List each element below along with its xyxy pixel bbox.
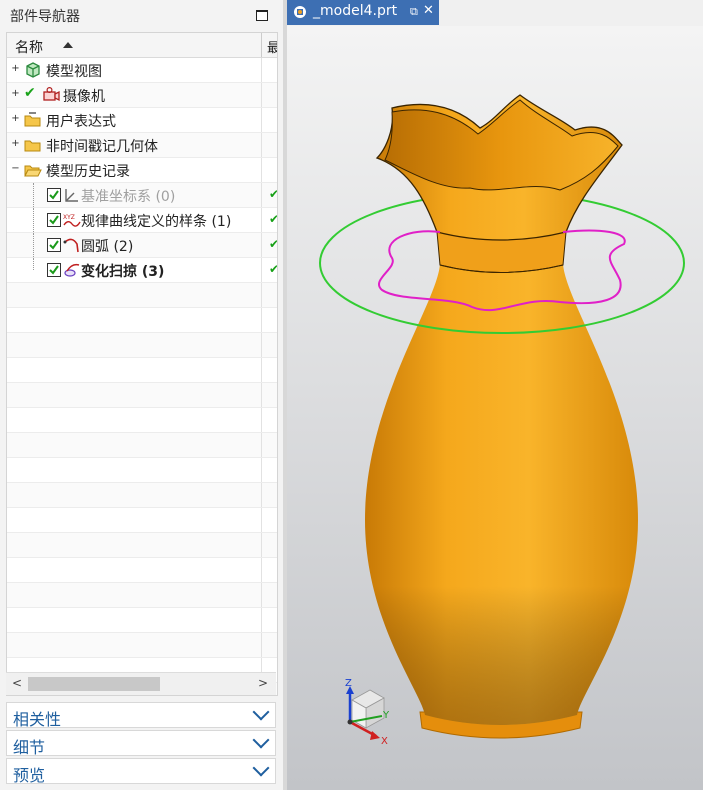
datum-csys-icon [65, 189, 78, 202]
svg-text:XYZ: XYZ [63, 214, 75, 221]
restore-window-icon[interactable]: ⧉ [410, 5, 418, 19]
vase-model: Z X Y [319, 94, 685, 747]
scroll-right-icon[interactable]: > [258, 676, 268, 690]
status-ok-icon: ✔ [269, 187, 277, 201]
triad-y-label: Y [382, 710, 390, 721]
tree-row-label: 规律曲线定义的样条 (1) [81, 214, 232, 230]
status-ok-icon: ✔ [269, 262, 277, 276]
column-divider[interactable] [261, 33, 262, 57]
tree-row-datum-csys[interactable]: 基准坐标系 (0) ✔ [7, 183, 277, 208]
folder-icon [24, 112, 41, 127]
expand-icon[interactable]: + [11, 114, 20, 124]
tree-row-unused-geometry[interactable]: + 非时间戳记几何体 [7, 133, 277, 158]
tree-row-label: 模型视图 [46, 64, 102, 80]
checkmark-icon: ✔ [24, 85, 36, 101]
tree-row-label: 模型历史记录 [46, 164, 130, 180]
column-extra-header[interactable]: 最 [267, 37, 277, 56]
tab-title: _model4.prt [313, 3, 398, 19]
open-folder-icon [24, 165, 42, 177]
tree-row-label: 摄像机 [63, 89, 105, 105]
status-ok-icon: ✔ [269, 212, 277, 226]
checkbox-checked-icon[interactable] [47, 263, 61, 277]
graphics-viewport[interactable]: Z X Y [287, 26, 703, 790]
chevron-down-icon[interactable] [252, 703, 270, 721]
horizontal-scrollbar[interactable]: < > [6, 672, 276, 695]
checkbox-checked-icon[interactable] [47, 213, 61, 227]
tree-rows: + 模型视图 + ✔ 摄像机 + 用户表达式 + 非时间戳记几何体 − 模型历史… [7, 58, 277, 695]
tree-row-arc[interactable]: 圆弧 (2) ✔ [7, 233, 277, 258]
chevron-down-icon[interactable] [252, 731, 270, 749]
tree-row-label: 非时间戳记几何体 [46, 139, 158, 155]
expand-icon[interactable]: + [11, 64, 20, 74]
document-tab-bar: _model4.prt ⧉ ✕ [287, 0, 703, 26]
navigator-title: 部件导航器 [10, 9, 80, 25]
tree-row-label: 基准坐标系 (0) [81, 189, 176, 205]
collapse-icon[interactable]: − [11, 164, 20, 174]
column-name-header[interactable]: 名称 [15, 37, 43, 57]
expand-icon[interactable]: + [11, 139, 20, 149]
model-views-icon [26, 62, 40, 78]
tree-row-label: 变化扫掠 (3) [81, 264, 165, 280]
status-ok-icon: ✔ [269, 237, 277, 251]
variational-sweep-icon [64, 263, 80, 277]
sort-ascending-icon [63, 42, 73, 48]
part-file-icon [294, 6, 306, 18]
panel-label: 相关性 [13, 710, 62, 729]
panel-label: 细节 [13, 738, 46, 757]
panel-label: 预览 [13, 766, 46, 785]
part-navigator: 部件导航器 名称 最 + 模型视图 + ✔ [0, 0, 283, 790]
tree-header: 名称 最 [7, 33, 277, 58]
panel-preview[interactable]: 预览 [6, 758, 276, 785]
tree-row-model-views[interactable]: + 模型视图 [7, 58, 277, 83]
expand-icon[interactable]: + [11, 89, 20, 99]
triad-x-label: X [381, 736, 388, 747]
view-triad[interactable] [346, 686, 385, 740]
scroll-left-icon[interactable]: < [12, 676, 22, 690]
folder-icon [24, 140, 41, 152]
tree-row-model-history[interactable]: − 模型历史记录 [7, 158, 277, 183]
tree-row-label: 圆弧 (2) [81, 239, 134, 255]
triad-z-label: Z [345, 678, 352, 689]
close-icon[interactable]: ✕ [423, 3, 434, 18]
navigator-tree: 名称 最 + 模型视图 + ✔ [6, 32, 278, 696]
panel-details[interactable]: 细节 [6, 730, 276, 757]
tree-row-variational-sweep[interactable]: 变化扫掠 (3) ✔ [7, 258, 277, 283]
checkbox-checked-icon[interactable] [47, 188, 61, 202]
scrollbar-thumb[interactable] [28, 677, 160, 691]
panel-dependencies[interactable]: 相关性 [6, 702, 276, 729]
tree-row-cameras[interactable]: + ✔ 摄像机 [7, 83, 277, 108]
tree-row-user-expressions[interactable]: + 用户表达式 [7, 108, 277, 133]
tree-row-label: 用户表达式 [46, 114, 116, 130]
law-spline-icon: XYZ [63, 214, 81, 227]
camera-icon [43, 86, 60, 102]
arc-icon [63, 238, 79, 253]
maximize-icon[interactable] [256, 10, 268, 21]
tree-row-law-spline[interactable]: XYZ 规律曲线定义的样条 (1) ✔ [7, 208, 277, 233]
tab-model4[interactable]: _model4.prt ⧉ ✕ [287, 0, 439, 25]
chevron-down-icon[interactable] [252, 759, 270, 777]
checkbox-checked-icon[interactable] [47, 238, 61, 252]
